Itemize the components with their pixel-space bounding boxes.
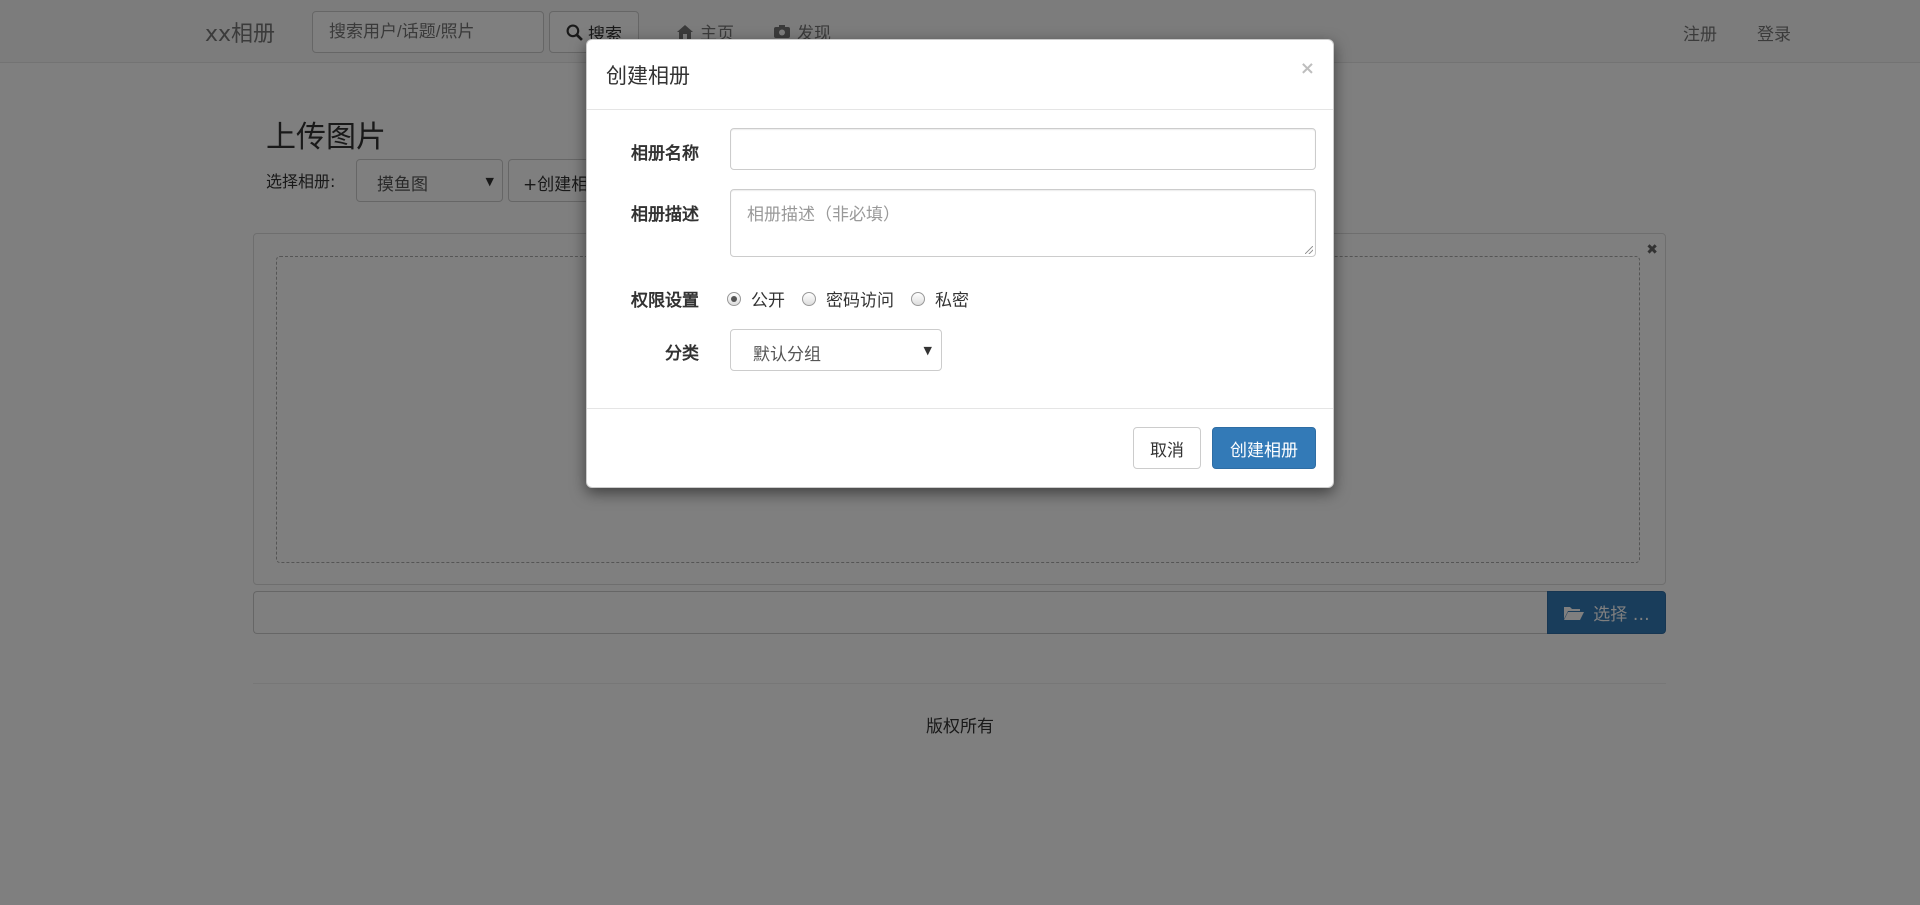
radio-public-label: 公开 [751, 291, 785, 311]
create-album-submit-button[interactable]: 创建相册 [1212, 427, 1316, 469]
modal-header: 创建相册 × [587, 40, 1333, 110]
resize-grip-icon[interactable] [1305, 246, 1313, 254]
modal-footer: 取消 创建相册 [587, 408, 1333, 488]
album-desc-placeholder: 相册描述（非必填） [747, 205, 900, 225]
radio-public[interactable]: 公开 [727, 286, 785, 311]
radio-password-label: 密码访问 [826, 291, 894, 311]
radio-unchecked-icon[interactable] [802, 291, 816, 306]
caret-down-icon: ▼ [923, 344, 932, 357]
radio-unchecked-icon[interactable] [911, 291, 925, 306]
category-select[interactable]: 默认分组 ▼ [730, 329, 942, 371]
album-name-input[interactable] [730, 128, 1316, 170]
radio-checked-icon[interactable] [727, 291, 741, 306]
radio-private[interactable]: 私密 [911, 286, 969, 311]
cancel-button[interactable]: 取消 [1133, 427, 1201, 469]
radio-private-label: 私密 [935, 291, 969, 311]
category-select-value: 默认分组 [753, 345, 821, 365]
album-desc-textarea[interactable]: 相册描述（非必填） [730, 189, 1316, 257]
radio-password[interactable]: 密码访问 [802, 286, 894, 311]
permission-label: 权限设置 [631, 291, 699, 311]
category-label: 分类 [665, 344, 699, 364]
close-icon[interactable]: × [1300, 58, 1315, 79]
album-name-label: 相册名称 [631, 144, 699, 164]
permission-radio-group: 公开 密码访问 私密 [727, 286, 986, 311]
modal-title: 创建相册 [606, 64, 690, 88]
create-album-modal: 创建相册 × 相册名称 相册描述 相册描述（非必填） 权限设置 公开 密码访问 … [586, 39, 1334, 488]
album-desc-label: 相册描述 [631, 205, 699, 225]
